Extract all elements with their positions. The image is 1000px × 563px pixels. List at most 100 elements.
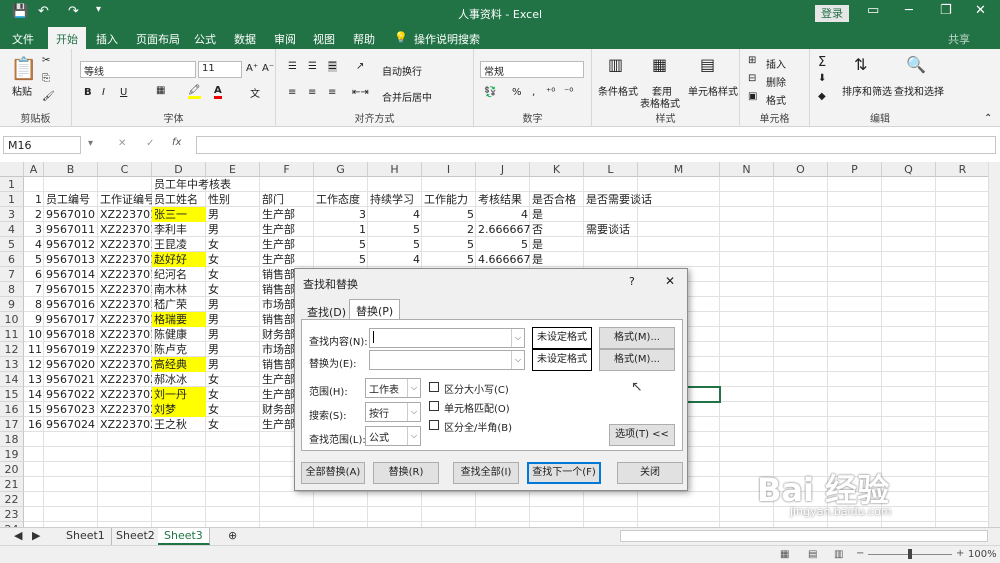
row-header[interactable]: 5 xyxy=(0,237,24,252)
cell-K[interactable]: 是 xyxy=(530,207,584,222)
row-header[interactable]: 9 xyxy=(0,297,24,312)
format-painter-icon[interactable]: 🖌 xyxy=(42,91,55,102)
cell-H[interactable]: 5 xyxy=(368,237,422,252)
tab-insert[interactable]: 插入 xyxy=(96,31,118,47)
wrap-text-button[interactable]: 自动换行 xyxy=(382,63,422,78)
cell-I[interactable]: 2 xyxy=(422,222,476,237)
cell-H[interactable]: 5 xyxy=(368,222,422,237)
format-cells-icon[interactable]: ▣ xyxy=(748,91,757,102)
cell-J[interactable]: 5 xyxy=(476,237,530,252)
cell-E[interactable]: 女 xyxy=(206,372,260,387)
cell-E[interactable]: 女 xyxy=(206,237,260,252)
cell-G[interactable]: 5 xyxy=(314,237,368,252)
row-header[interactable]: 21 xyxy=(0,477,24,492)
cell-F[interactable]: 生产部 xyxy=(260,222,314,237)
row-header[interactable]: 19 xyxy=(0,447,24,462)
insert-cells-icon[interactable]: ⊞ xyxy=(748,55,756,66)
ribbon-display-icon[interactable]: ▭ xyxy=(867,3,879,18)
row-header[interactable]: 1 xyxy=(0,192,24,207)
search-order-combo[interactable]: 按行 ⌵ xyxy=(365,402,421,422)
row-header[interactable]: 14 xyxy=(0,372,24,387)
cell-E[interactable]: 男 xyxy=(206,342,260,357)
cell-A[interactable]: 3 xyxy=(24,222,44,237)
cell-C[interactable]: XZ223701 xyxy=(98,327,152,342)
font-size-combo[interactable]: 11 xyxy=(198,61,242,78)
cell-C[interactable]: XZ223701 xyxy=(98,207,152,222)
column-header-B[interactable]: B xyxy=(44,162,98,177)
sort-filter-icon[interactable]: ⇅ xyxy=(854,55,867,74)
sort-filter-button[interactable]: 排序和筛选 xyxy=(842,83,892,98)
horizontal-scrollbar[interactable] xyxy=(620,530,988,542)
cell-B[interactable]: 9567012 xyxy=(44,237,98,252)
cell-F[interactable]: 生产部 xyxy=(260,237,314,252)
cell-B[interactable]: 9567020 xyxy=(44,357,98,372)
grow-font-icon[interactable]: A⁺ xyxy=(246,63,258,74)
tab-formulas[interactable]: 公式 xyxy=(194,31,216,47)
align-top-icon[interactable]: ☰ xyxy=(288,61,297,72)
next-sheet-icon[interactable]: ▶ xyxy=(26,528,46,545)
cell-F[interactable]: 生产部 xyxy=(260,207,314,222)
cancel-entry-icon[interactable]: ✕ xyxy=(118,138,126,149)
cell-E[interactable]: 男 xyxy=(206,222,260,237)
cell-C[interactable]: XZ223701 xyxy=(98,312,152,327)
cell-G[interactable]: 工作态度 xyxy=(314,192,368,207)
column-header-G[interactable]: G xyxy=(314,162,368,177)
cell-A[interactable]: 7 xyxy=(24,282,44,297)
autosum-icon[interactable]: Σ xyxy=(818,55,826,70)
cell-B[interactable]: 9567013 xyxy=(44,252,98,267)
cell-B[interactable]: 9567015 xyxy=(44,282,98,297)
column-header-C[interactable]: C xyxy=(98,162,152,177)
tab-page-layout[interactable]: 页面布局 xyxy=(136,31,180,47)
cell-A[interactable]: 15 xyxy=(24,402,44,417)
row-header[interactable]: 16 xyxy=(0,402,24,417)
column-header-O[interactable]: O xyxy=(774,162,828,177)
cell-D[interactable]: 张三一 xyxy=(152,207,206,222)
collapse-ribbon-icon[interactable]: ⌃ xyxy=(984,113,992,124)
replace-with-dropdown-icon[interactable]: ⌵ xyxy=(511,351,524,369)
cell-H[interactable]: 4 xyxy=(368,252,422,267)
cell-K[interactable]: 是 xyxy=(530,237,584,252)
normal-view-icon[interactable]: ▦ xyxy=(780,549,789,560)
increase-decimal-icon[interactable]: ⁺⁰ xyxy=(546,87,555,98)
replace-with-input[interactable]: ⌵ xyxy=(369,350,525,370)
format-cells-button[interactable]: 格式 xyxy=(766,92,786,107)
zoom-slider-thumb[interactable] xyxy=(908,549,912,559)
row-header[interactable]: 22 xyxy=(0,492,24,507)
cell-E[interactable]: 男 xyxy=(206,312,260,327)
cell-D[interactable]: 李利丰 xyxy=(152,222,206,237)
column-header-D[interactable]: D xyxy=(152,162,206,177)
tab-data[interactable]: 数据 xyxy=(234,31,256,47)
accounting-icon[interactable]: 💱 xyxy=(484,87,496,98)
table-format-button-2[interactable]: 表格格式 xyxy=(640,95,680,110)
row-header[interactable]: 8 xyxy=(0,282,24,297)
cell-A[interactable]: 6 xyxy=(24,267,44,282)
cell-B[interactable]: 9567021 xyxy=(44,372,98,387)
conditional-format-button[interactable]: 条件格式 xyxy=(598,83,638,98)
cell-A[interactable]: 16 xyxy=(24,417,44,432)
clear-icon[interactable]: ◆ xyxy=(818,91,826,102)
table-format-icon[interactable]: ▦ xyxy=(652,55,667,74)
find-select-icon[interactable]: 🔍 xyxy=(906,55,926,74)
replace-format-button[interactable]: 格式(M)... xyxy=(599,349,675,371)
font-name-combo[interactable]: 等线 xyxy=(80,61,196,78)
namebox-dropdown-icon[interactable]: ▾ xyxy=(88,138,93,149)
cell-I[interactable]: 工作能力 xyxy=(422,192,476,207)
column-header-P[interactable]: P xyxy=(828,162,882,177)
cell-A[interactable]: 8 xyxy=(24,297,44,312)
close-icon[interactable]: ✕ xyxy=(975,3,986,18)
cell-J[interactable]: 2.666667 xyxy=(476,222,530,237)
cell-C[interactable]: XZ223702 xyxy=(98,402,152,417)
search-order-dropdown-icon[interactable]: ⌵ xyxy=(407,403,420,421)
align-center-icon[interactable]: ≡ xyxy=(308,87,316,98)
cell-B[interactable]: 9567017 xyxy=(44,312,98,327)
match-case-checkbox[interactable] xyxy=(429,382,439,392)
close-button[interactable]: 关闭 xyxy=(617,462,683,484)
cell-E[interactable]: 女 xyxy=(206,387,260,402)
cell-E[interactable]: 男 xyxy=(206,207,260,222)
cell-G[interactable]: 3 xyxy=(314,207,368,222)
cell-D[interactable]: 陈卢克 xyxy=(152,342,206,357)
column-header-A[interactable]: A xyxy=(24,162,44,177)
paste-button[interactable]: 粘贴 xyxy=(12,83,32,98)
cell-E[interactable]: 男 xyxy=(206,327,260,342)
align-middle-icon[interactable]: ☰ xyxy=(308,61,317,72)
